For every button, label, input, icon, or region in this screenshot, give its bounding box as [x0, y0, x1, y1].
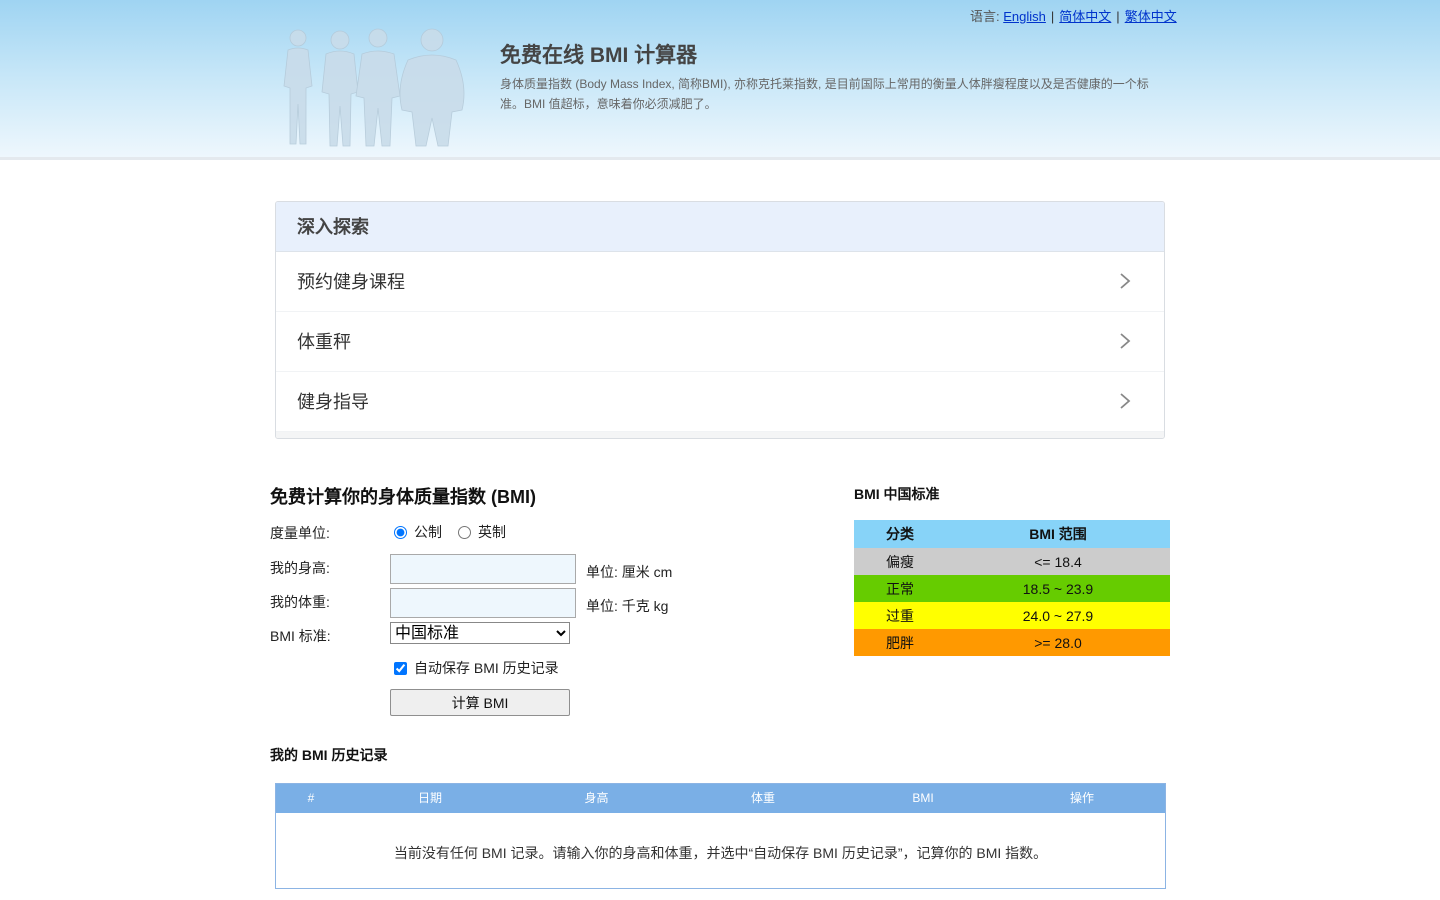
- category-cell: 正常: [854, 575, 946, 602]
- history-col-action: 操作: [1069, 791, 1094, 805]
- range-cell: 18.5 ~ 23.9: [946, 575, 1170, 602]
- chevron-right-icon: [1120, 393, 1131, 409]
- explore-item-scale[interactable]: 体重秤: [276, 312, 1164, 372]
- bmi-standard-table: 分类 BMI 范围 偏瘦 <= 18.4 正常 18.5 ~ 23.9 过重 2…: [854, 520, 1170, 656]
- history-title: 我的 BMI 历史记录: [270, 747, 388, 763]
- standard-label: BMI 标准:: [270, 628, 331, 644]
- lang-english-link[interactable]: English: [1003, 9, 1046, 24]
- lang-simplified-link[interactable]: 简体中文: [1059, 9, 1111, 24]
- form-title: 免费计算你的身体质量指数 (BMI): [270, 487, 536, 507]
- weight-input[interactable]: [390, 588, 576, 618]
- autosave-label[interactable]: 自动保存 BMI 历史记录: [414, 658, 559, 678]
- chevron-right-icon: [1120, 273, 1131, 289]
- unit-radio-group: 公制 英制: [394, 522, 522, 542]
- history-col-index: #: [307, 791, 315, 805]
- site-title: 免费在线 BMI 计算器: [500, 44, 698, 67]
- explore-item-label: 健身指导: [297, 392, 369, 412]
- table-row: 正常 18.5 ~ 23.9: [854, 575, 1170, 602]
- body-silhouettes-logo: [283, 28, 465, 147]
- range-cell: 24.0 ~ 27.9: [946, 602, 1170, 629]
- explore-footer: [276, 432, 1164, 438]
- lang-traditional-link[interactable]: 繁体中文: [1125, 9, 1177, 24]
- range-cell: >= 28.0: [946, 629, 1170, 656]
- history-col-weight: 体重: [750, 791, 775, 805]
- table-row: 肥胖 >= 28.0: [854, 629, 1170, 656]
- range-cell: <= 18.4: [946, 548, 1170, 575]
- explore-item-label: 预约健身课程: [297, 272, 405, 292]
- history-col-bmi: BMI: [912, 791, 934, 805]
- category-cell: 肥胖: [854, 629, 946, 656]
- autosave-checkbox[interactable]: [394, 661, 407, 675]
- autosave-row: 自动保存 BMI 历史记录: [394, 658, 559, 678]
- metric-radio[interactable]: [394, 525, 407, 539]
- unit-label: 度量单位:: [270, 525, 330, 541]
- metric-radio-label[interactable]: 公制: [414, 522, 442, 542]
- explore-heading: 深入探索: [276, 202, 1164, 252]
- imperial-radio[interactable]: [458, 525, 471, 539]
- table-row: 过重 24.0 ~ 27.9: [854, 602, 1170, 629]
- language-label: 语言:: [970, 9, 1000, 24]
- site-description: 身体质量指数 (Body Mass Index, 简称BMI), 亦称克托莱指数…: [500, 77, 1149, 111]
- imperial-radio-label[interactable]: 英制: [478, 522, 506, 542]
- calculate-bmi-button[interactable]: 计算 BMI: [390, 689, 570, 716]
- chevron-right-icon: [1120, 333, 1131, 349]
- column-header-category: 分类: [854, 520, 946, 548]
- category-cell: 过重: [854, 602, 946, 629]
- standard-table-title: BMI 中国标准: [854, 486, 940, 502]
- weight-label: 我的体重:: [270, 594, 330, 610]
- history-empty-message: 当前没有任何 BMI 记录。请输入你的身高和体重，并选中“自动保存 BMI 历史…: [393, 845, 1048, 861]
- height-input[interactable]: [390, 554, 576, 584]
- explore-item-label: 体重秤: [297, 332, 351, 352]
- history-col-date: 日期: [417, 791, 442, 805]
- height-unit: 单位: 厘米 cm: [586, 564, 673, 580]
- history-col-height: 身高: [584, 791, 609, 805]
- table-header-row: 分类 BMI 范围: [854, 520, 1170, 548]
- column-header-range: BMI 范围: [946, 520, 1170, 548]
- table-row: 偏瘦 <= 18.4: [854, 548, 1170, 575]
- bmi-standard-select[interactable]: 中国标准: [390, 622, 570, 644]
- height-label: 我的身高:: [270, 560, 330, 576]
- explore-item-fitness-course[interactable]: 预约健身课程: [276, 252, 1164, 312]
- explore-panel: 深入探索 预约健身课程 体重秤 健身指导: [275, 201, 1165, 439]
- language-switcher: 语言: English | 简体中文 | 繁体中文: [970, 9, 1177, 24]
- category-cell: 偏瘦: [854, 548, 946, 575]
- explore-item-fitness-guide[interactable]: 健身指导: [276, 372, 1164, 432]
- weight-unit: 单位: 千克 kg: [586, 598, 669, 614]
- site-header: 语言: English | 简体中文 | 繁体中文 免费在线 BMI 计算器 身体质量指…: [0, 0, 1440, 160]
- history-header-row: # 日期 身高 体重 BMI 操作: [276, 784, 1165, 813]
- history-table: # 日期 身高 体重 BMI 操作 当前没有任何 BMI 记录。请输入你的身高和…: [275, 783, 1166, 889]
